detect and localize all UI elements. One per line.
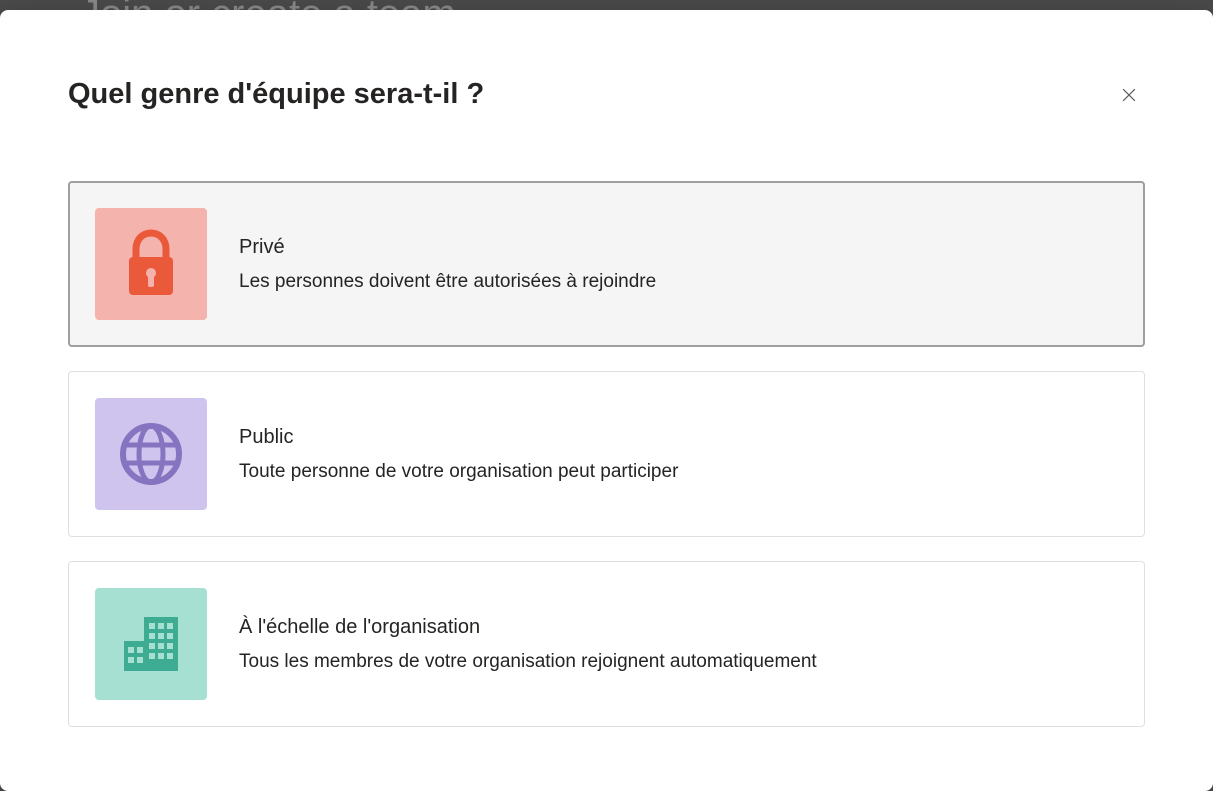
close-button[interactable] <box>1113 79 1145 111</box>
team-type-options: Privé Les personnes doivent être autoris… <box>68 181 1145 727</box>
option-org[interactable]: À l'échelle de l'organisation Tous les m… <box>68 561 1145 727</box>
option-private[interactable]: Privé Les personnes doivent être autoris… <box>68 181 1145 347</box>
option-public-text: Public Toute personne de votre organisat… <box>239 426 678 483</box>
option-org-title: À l'échelle de l'organisation <box>239 616 817 639</box>
option-private-desc: Les personnes doivent être autorisées à … <box>239 271 656 293</box>
close-icon <box>1119 85 1139 105</box>
modal-header: Quel genre d'équipe sera-t-il ? <box>68 78 1145 111</box>
option-private-text: Privé Les personnes doivent être autoris… <box>239 236 656 293</box>
option-public-desc: Toute personne de votre organisation peu… <box>239 461 678 483</box>
globe-icon-tile <box>95 398 207 510</box>
option-public[interactable]: Public Toute personne de votre organisat… <box>68 371 1145 537</box>
modal-title: Quel genre d'équipe sera-t-il ? <box>68 78 484 111</box>
lock-icon <box>121 229 181 299</box>
building-icon-tile <box>95 588 207 700</box>
option-private-title: Privé <box>239 236 656 259</box>
globe-icon <box>118 421 184 487</box>
building-icon <box>116 609 186 679</box>
option-public-title: Public <box>239 426 678 449</box>
team-type-modal: Quel genre d'équipe sera-t-il ? Privé Le… <box>0 10 1213 791</box>
option-org-desc: Tous les membres de votre organisation r… <box>239 651 817 673</box>
option-org-text: À l'échelle de l'organisation Tous les m… <box>239 616 817 673</box>
lock-icon-tile <box>95 208 207 320</box>
